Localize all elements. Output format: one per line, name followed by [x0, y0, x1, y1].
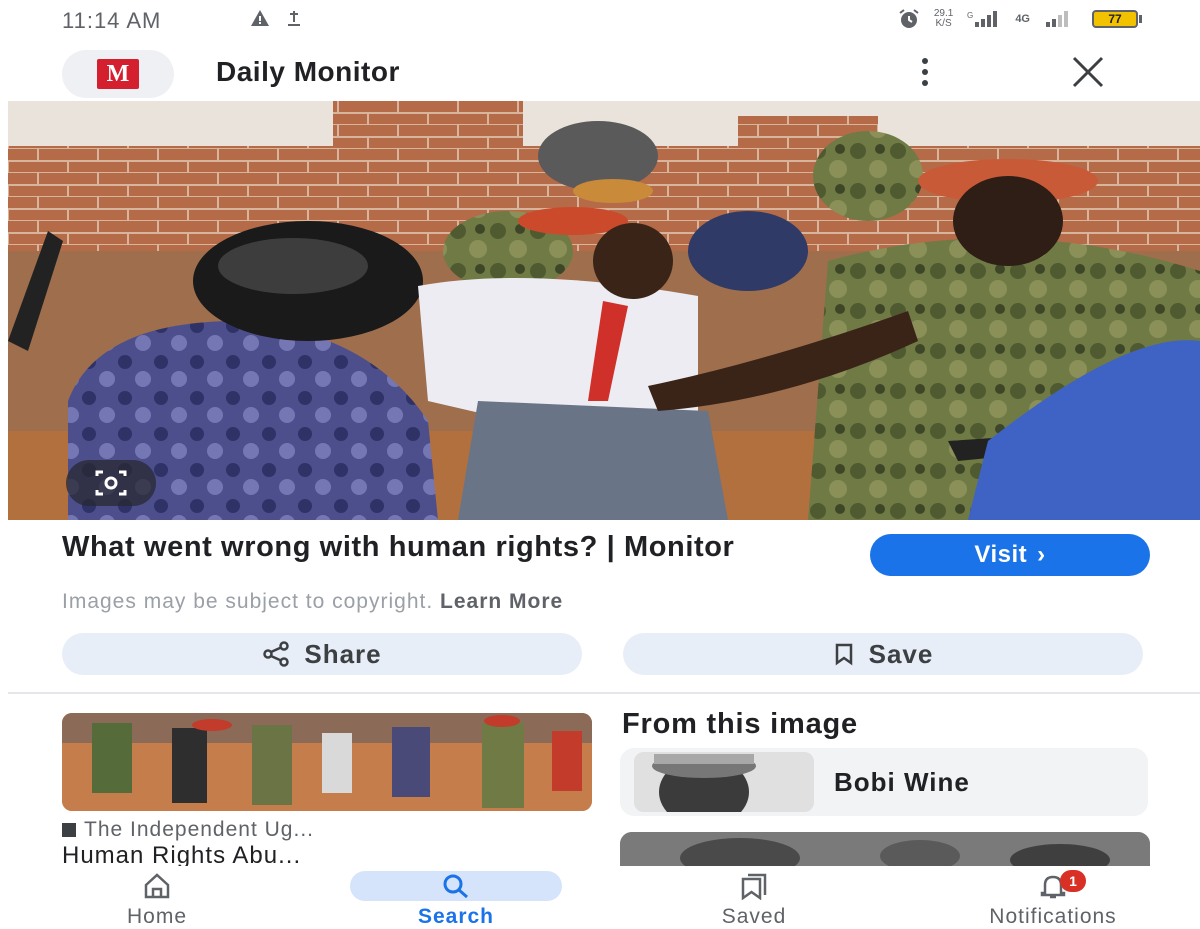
source-favicon [62, 823, 76, 837]
nav-home[interactable]: Home [92, 866, 222, 929]
result-headline[interactable]: What went wrong with human rights? | Mon… [62, 532, 822, 562]
network-speed-unit: K/S [935, 18, 952, 29]
lens-glyph [95, 470, 127, 496]
status-time: 11:14 AM [62, 8, 162, 33]
site-logo-chip[interactable]: M [62, 50, 174, 98]
entity-name: Bobi Wine [834, 766, 970, 797]
status-notification-icons [250, 8, 306, 34]
alarm-icon [899, 9, 919, 28]
warning-icon [251, 10, 300, 26]
search-icon [350, 871, 562, 901]
related-source: The Independent Ug... [62, 818, 314, 842]
share-button[interactable]: Share [62, 633, 582, 675]
visit-button[interactable]: Visit › [870, 534, 1150, 576]
bookmark-icon [835, 643, 852, 666]
bottom-navigation: Home Search Saved 1 Notifications [0, 866, 1200, 929]
nav-saved[interactable]: Saved [684, 866, 824, 929]
news-photo [8, 101, 1200, 520]
nav-search-label: Search [417, 905, 495, 928]
status-right-group: 29.1 K/S G 4G 77 [898, 8, 1142, 30]
entity-thumbnail [634, 752, 814, 812]
status-bar: 11:14 AM 29.1 K/S G 4G 77 [0, 0, 1200, 42]
more-vert-icon[interactable] [910, 52, 940, 92]
from-this-image-heading: From this image [622, 708, 858, 740]
site-title[interactable]: Daily Monitor [216, 56, 400, 88]
viewer-header: M Daily Monitor [0, 44, 1200, 100]
entity-card-bobi-wine[interactable]: Bobi Wine [620, 748, 1148, 816]
battery-indicator: 77 [1092, 10, 1142, 28]
close-icon[interactable] [1068, 52, 1108, 92]
nav-notifications-label: Notifications [989, 905, 1117, 928]
share-label: Share [304, 638, 382, 669]
share-icon [263, 641, 290, 667]
copyright-notice: Images may be subject to copyright. Lear… [62, 590, 563, 614]
network-type: 4G [1015, 13, 1030, 25]
network-speed: 29.1 K/S [934, 9, 953, 29]
learn-more-link[interactable]: Learn More [440, 590, 563, 613]
save-button[interactable]: Save [623, 633, 1143, 675]
signal-icon: G [967, 11, 998, 27]
main-result-image[interactable] [8, 101, 1200, 520]
signal-bars-icon [1046, 11, 1068, 27]
section-divider [8, 692, 1200, 694]
copyright-text: Images may be subject to copyright. [62, 590, 434, 613]
site-logo: M [97, 59, 139, 89]
nav-saved-label: Saved [721, 905, 787, 928]
chevron-right-icon: › [1037, 541, 1046, 568]
related-source-name: The Independent Ug... [84, 818, 314, 841]
entity-secondary-photo [620, 832, 1150, 866]
notification-badge: 1 [1060, 870, 1086, 892]
battery-level: 77 [1092, 10, 1138, 28]
nav-notifications[interactable]: 1 Notifications [920, 866, 1186, 929]
visit-label: Visit [974, 541, 1028, 568]
nav-search[interactable]: Search [350, 866, 562, 929]
home-icon [142, 871, 172, 901]
save-label: Save [868, 638, 934, 669]
svg-text:G: G [967, 11, 973, 20]
related-photo [62, 713, 592, 811]
related-result-thumbnail[interactable] [62, 713, 592, 811]
google-lens-icon[interactable] [66, 460, 156, 506]
battery-tip [1139, 15, 1142, 23]
nav-home-label: Home [126, 905, 188, 928]
saved-collection-icon [739, 871, 769, 901]
entity-photo [634, 752, 814, 812]
entity-card-secondary[interactable] [620, 832, 1150, 866]
